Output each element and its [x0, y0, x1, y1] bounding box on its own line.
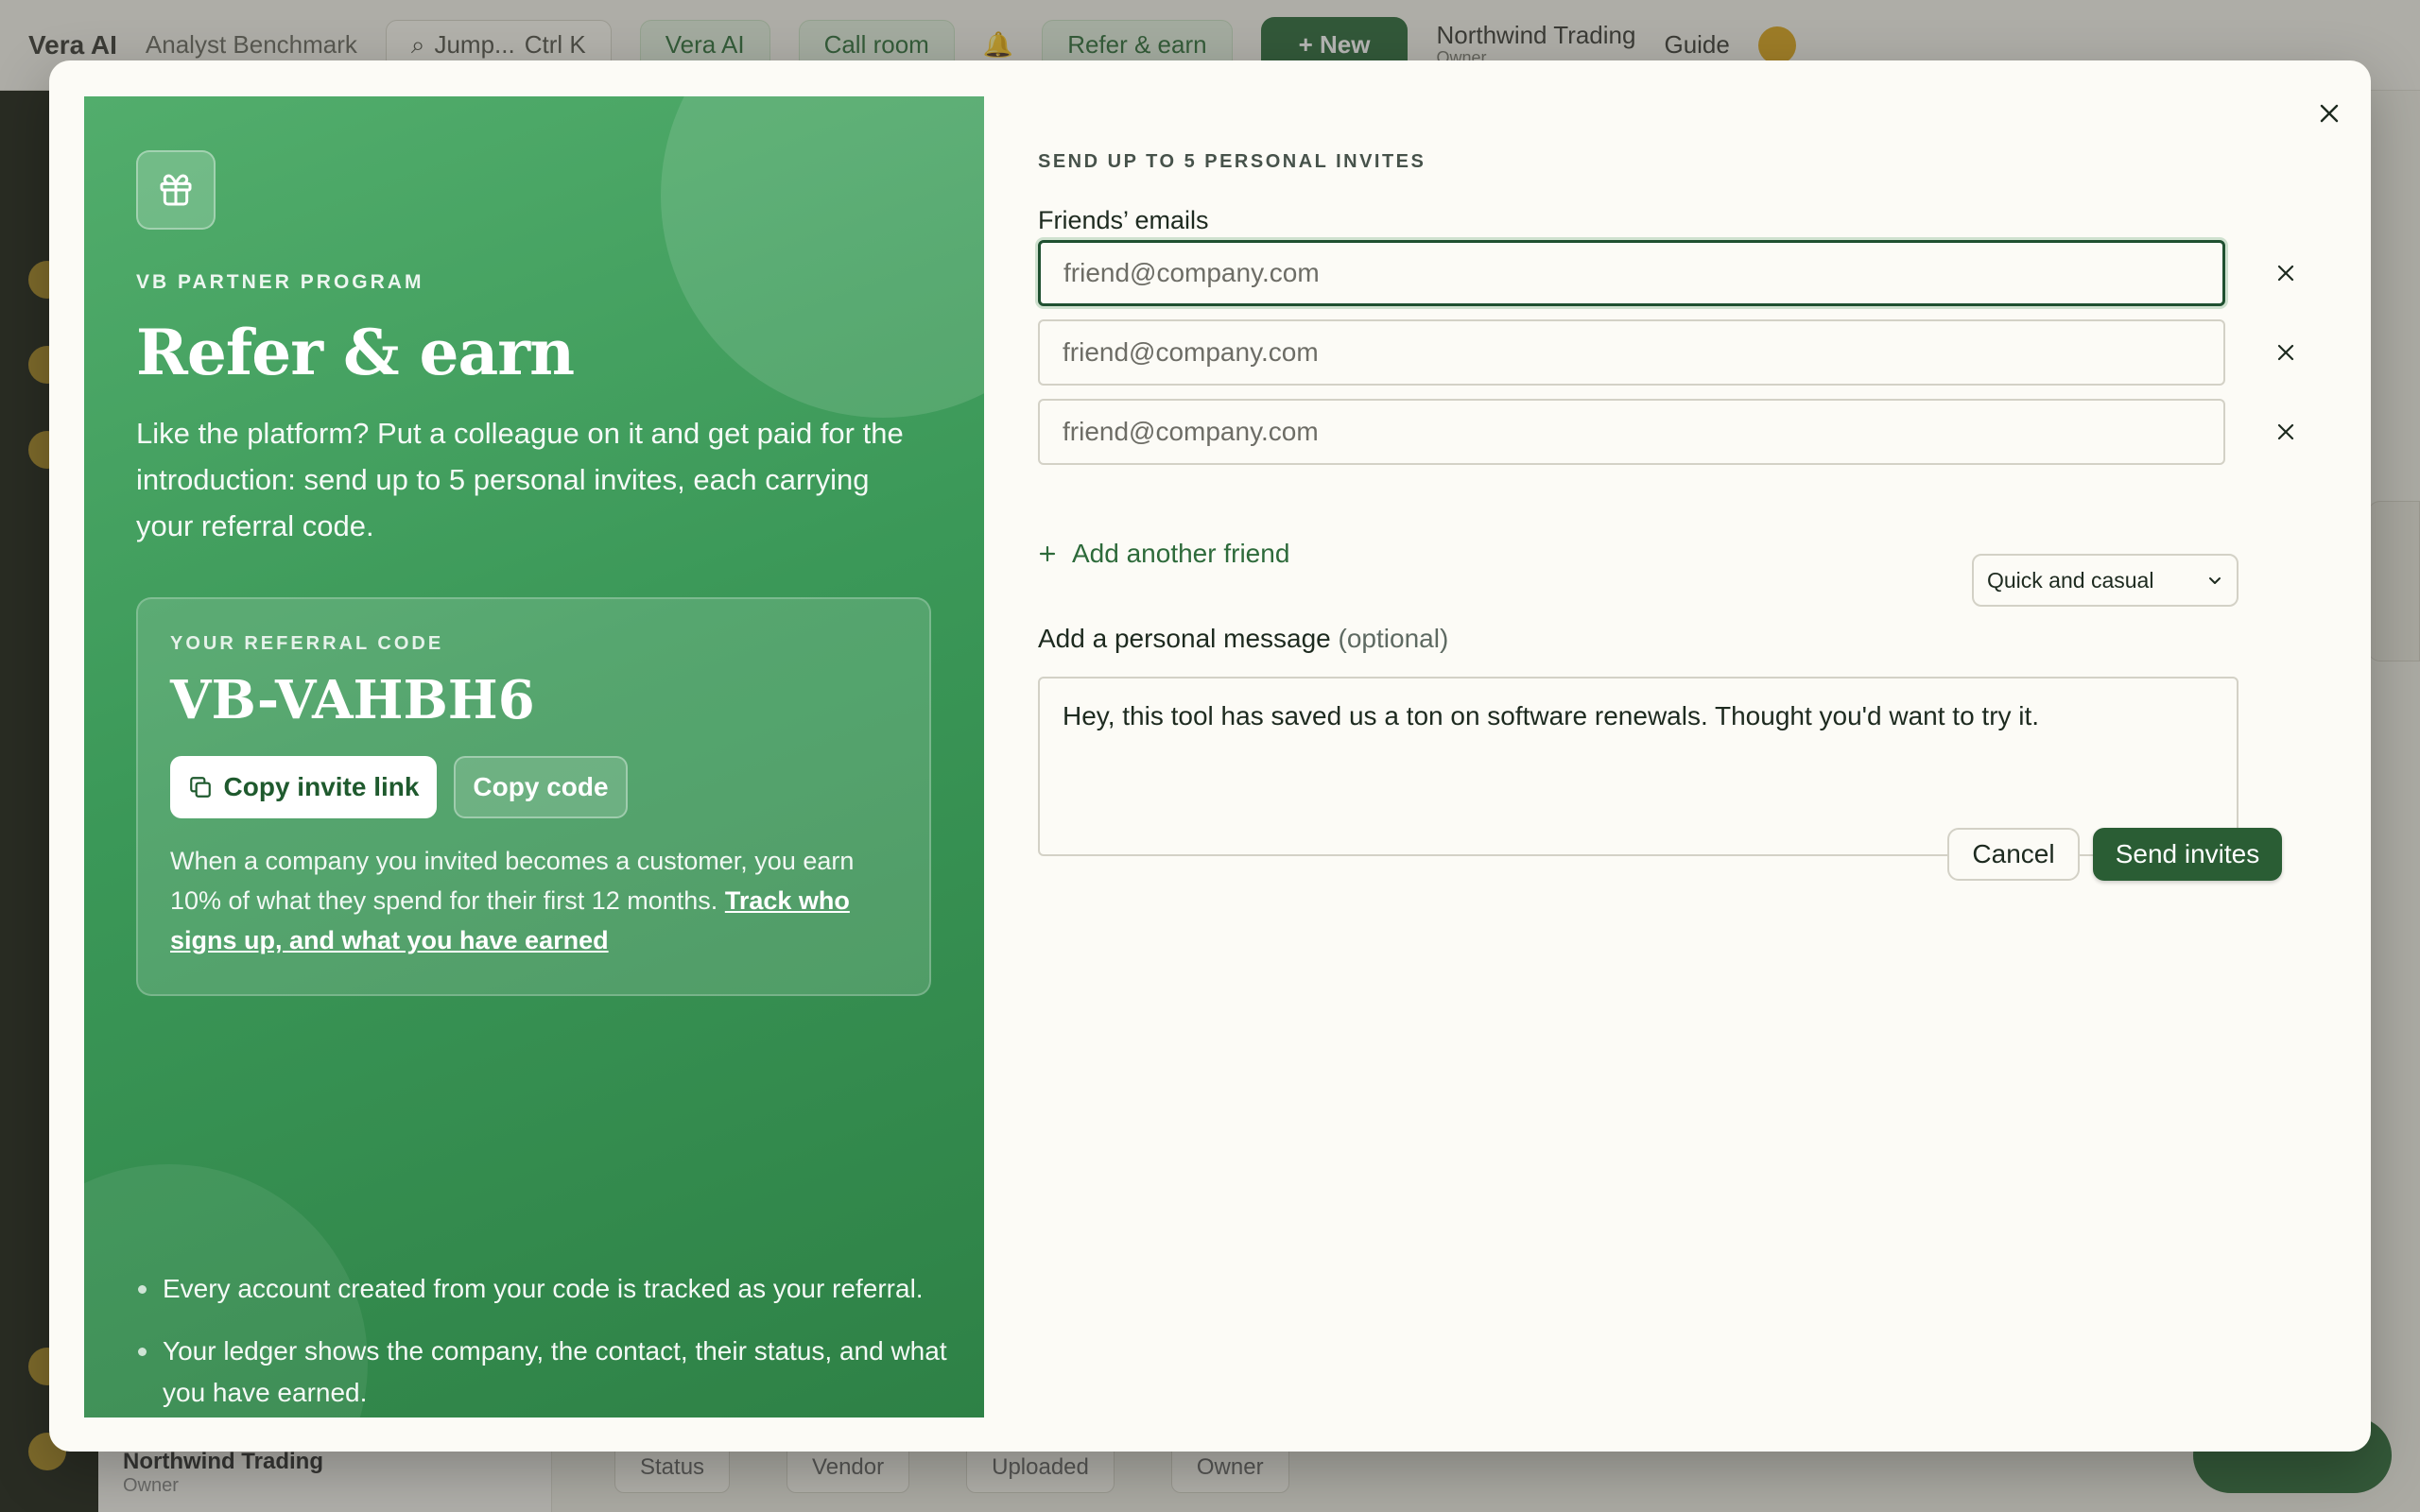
email-row	[1038, 399, 2324, 465]
chevron-down-icon	[2209, 577, 2221, 584]
referral-code: VB-VAHBH6	[170, 669, 535, 731]
tone-select[interactable]: Quick and casual	[1972, 554, 2238, 607]
remove-email-button[interactable]	[2267, 413, 2305, 451]
modal-title: Refer & earn	[136, 316, 575, 389]
referral-code-card: YOUR REFERRAL CODE VB-VAHBH6 Copy invite…	[136, 597, 931, 996]
gift-icon	[160, 174, 192, 206]
message-label-text: Add a personal message	[1038, 624, 1331, 653]
close-icon	[2277, 265, 2294, 282]
remove-email-button[interactable]	[2267, 334, 2305, 371]
referral-code-label: YOUR REFERRAL CODE	[170, 633, 444, 654]
email-row	[1038, 240, 2324, 306]
invites-eyebrow: SEND UP TO 5 PERSONAL INVITES	[1038, 151, 1426, 172]
plus-icon	[1039, 545, 1056, 562]
tone-select-value: Quick and casual	[1987, 567, 2154, 593]
hero-panel: VB PARTNER PROGRAM Refer & earn Like the…	[84, 96, 984, 1418]
close-button[interactable]	[2307, 91, 2352, 136]
list-item: Your ledger shows the company, the conta…	[136, 1331, 949, 1414]
close-icon	[2277, 344, 2294, 361]
copy-invite-link-button[interactable]: Copy invite link	[170, 756, 437, 818]
add-friend-label: Add another friend	[1072, 539, 1290, 568]
send-invites-button[interactable]: Send invites	[2093, 828, 2282, 881]
hero-bullet-list: Every account created from your code is …	[136, 1268, 949, 1418]
earnings-note: When a company you invited becomes a cus…	[170, 841, 908, 960]
remove-email-button[interactable]	[2267, 254, 2305, 292]
cancel-button[interactable]: Cancel	[1947, 828, 2080, 881]
close-icon	[2277, 423, 2294, 440]
email-field-1[interactable]	[1038, 240, 2225, 306]
program-eyebrow: VB PARTNER PROGRAM	[136, 271, 424, 293]
message-label: Add a personal message (optional)	[1038, 624, 1448, 654]
decorative-circle	[661, 96, 984, 418]
friends-emails-label: Friends’ emails	[1038, 206, 1209, 234]
gift-badge	[136, 150, 216, 230]
email-field-3[interactable]	[1038, 399, 2225, 465]
copy-code-button[interactable]: Copy code	[454, 756, 628, 818]
copy-invite-link-label: Copy invite link	[223, 772, 420, 801]
refer-modal: VB PARTNER PROGRAM Refer & earn Like the…	[49, 60, 2371, 1452]
message-optional: (optional)	[1338, 624, 1449, 653]
copy-icon	[189, 777, 211, 798]
add-friend-button[interactable]: Add another friend	[1038, 539, 1289, 569]
list-item: Every account created from your code is …	[136, 1268, 949, 1310]
hero-description: Like the platform? Put a colleague on it…	[136, 417, 904, 542]
email-row	[1038, 319, 2324, 386]
email-field-2[interactable]	[1038, 319, 2225, 386]
close-icon	[2320, 104, 2339, 123]
